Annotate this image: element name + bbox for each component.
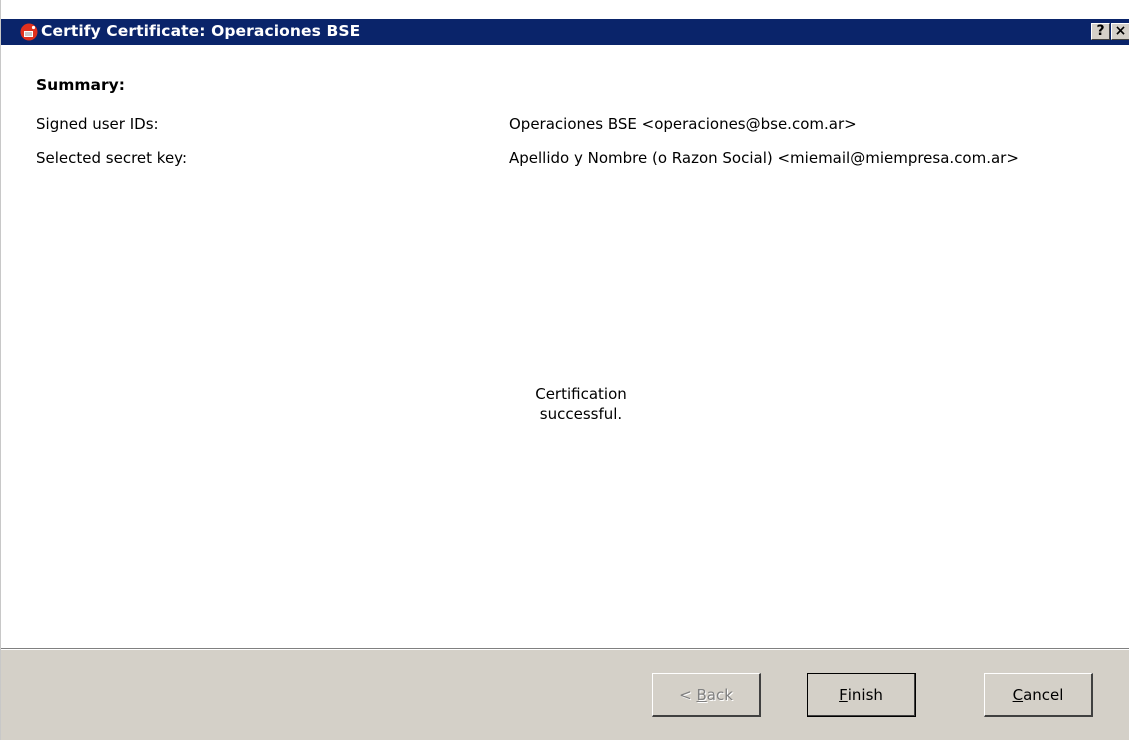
back-button[interactable]: < Back <box>652 673 761 717</box>
cancel-button[interactable]: Cancel <box>984 673 1093 717</box>
cancel-button-rest: ancel <box>1023 685 1064 704</box>
back-button-rest: ack <box>706 685 733 704</box>
back-button-prefix: < <box>679 685 697 704</box>
summary-heading: Summary: <box>36 76 125 94</box>
back-button-mnemonic: B <box>696 685 707 704</box>
status-line-1: Certification <box>535 385 627 403</box>
finish-button[interactable]: Finish <box>807 673 916 717</box>
selected-secret-key-label: Selected secret key: <box>36 149 188 167</box>
kleopatra-app-icon <box>20 23 38 41</box>
cancel-button-mnemonic: C <box>1012 685 1024 704</box>
certify-certificate-dialog: Certify Certificate: Operaciones BSE ? ×… <box>0 0 1129 740</box>
summary-page: Summary: Signed user IDs: Operaciones BS… <box>1 45 1129 648</box>
close-button[interactable]: × <box>1111 23 1129 40</box>
signed-user-ids-value: Operaciones BSE <operaciones@bse.com.ar> <box>509 115 857 133</box>
help-button[interactable]: ? <box>1091 23 1110 40</box>
selected-secret-key-value: Apellido y Nombre (o Razon Social) <miem… <box>509 149 1019 167</box>
window-title: Certify Certificate: Operaciones BSE <box>41 22 361 40</box>
title-bar[interactable]: Certify Certificate: Operaciones BSE ? × <box>1 19 1129 45</box>
status-line-2: successful. <box>539 405 623 423</box>
finish-button-mnemonic: F <box>839 685 848 704</box>
finish-button-rest: inish <box>847 685 883 704</box>
signed-user-ids-label: Signed user IDs: <box>36 115 159 133</box>
certification-status-message: Certification successful. <box>481 384 681 424</box>
wizard-button-bar: < Back Finish Cancel <box>1 650 1129 740</box>
